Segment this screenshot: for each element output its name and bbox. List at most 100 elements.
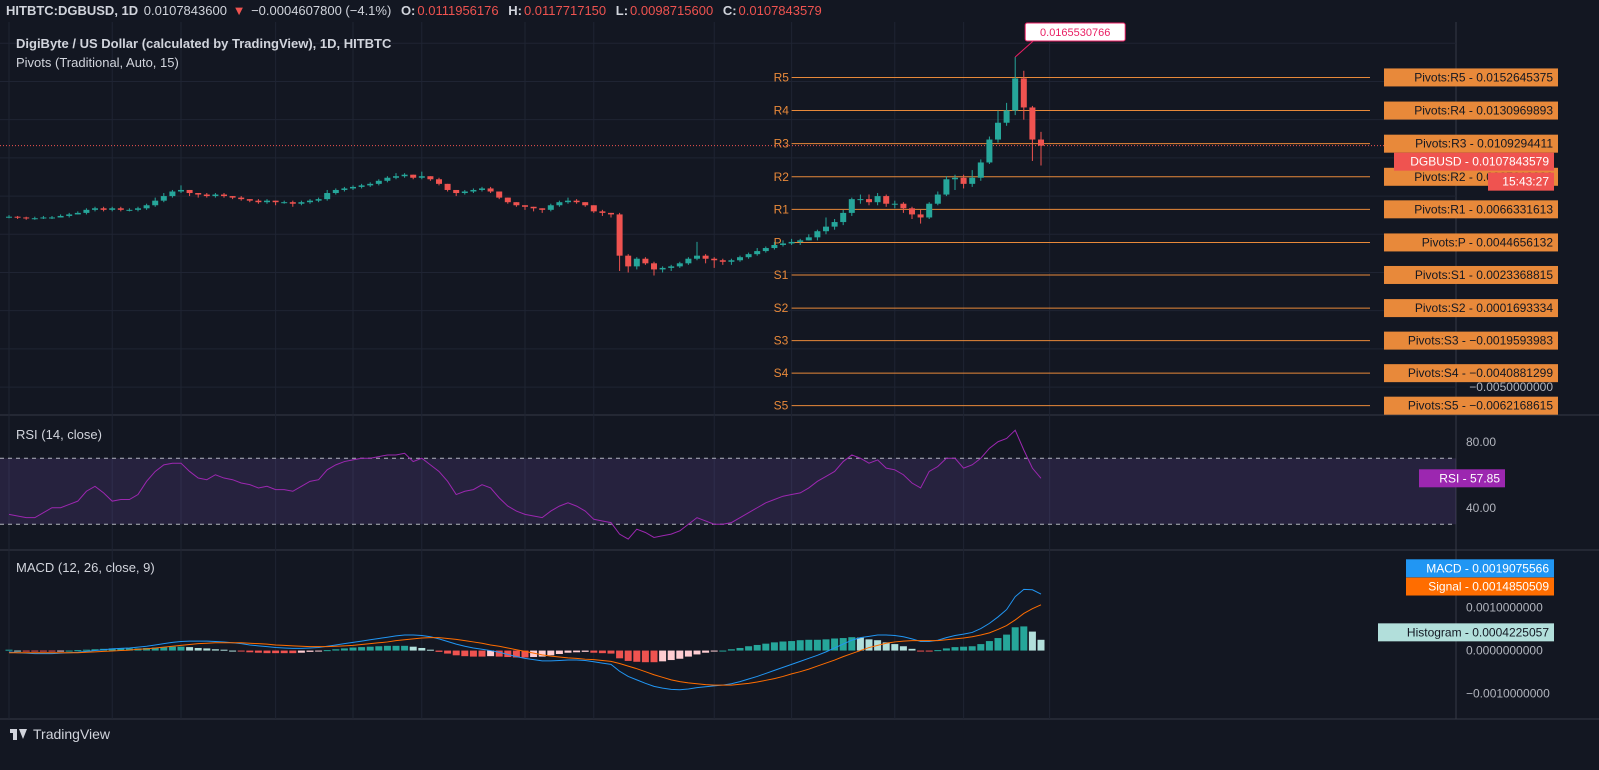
candle-body [66,214,73,216]
candle-body [143,205,150,209]
candle-body [375,180,382,184]
histogram-bar [762,643,770,651]
symbol-label[interactable]: HITBTC:DGBUSD, 1D [6,3,138,18]
pivot-label-r2: R2 [774,170,790,184]
open-label: O: [400,3,416,18]
candle-body [702,255,709,259]
histogram-bar [315,650,323,652]
pivot-tag-r4-text: Pivots:R4 - 0.0130969893 [1414,104,1553,118]
histogram-bar [211,649,219,651]
pivot-label-s2: S2 [774,301,789,315]
candle-body [315,199,322,201]
candle-body [943,179,950,195]
histogram-bar [237,650,245,652]
symbol-info-bar: HITBTC:DGBUSD, 1D 0.0107843600 ▼ −0.0004… [0,0,1599,22]
candle-body [367,183,374,186]
low-value: 0.0098715600 [630,3,714,18]
pivot-label-s5: S5 [774,399,789,413]
histogram-bar [641,650,649,663]
histogram-bar [349,647,357,651]
histogram-bar [624,650,632,661]
candle-body [1012,78,1019,111]
candle-body [1003,110,1010,123]
candle-body [805,237,812,241]
grid-lines [0,22,1599,720]
candle-body [891,203,898,205]
candle-body [1029,107,1036,140]
histogram-bar [813,639,821,651]
histogram-bar [263,650,271,654]
candle-body [685,258,692,264]
candle-body [608,212,614,215]
candle-body [530,206,537,209]
histogram-bar [435,650,443,652]
candle-body [341,188,348,190]
candle-body [444,183,451,190]
tradingview-logo[interactable]: TradingView [10,726,110,742]
candle-body [461,191,468,194]
candle-body [857,199,864,201]
price-tag-text: DGBUSD - 0.0107843579 [1410,155,1549,169]
histogram-bar [409,646,417,651]
candle-body [866,199,872,203]
histogram-bar [203,648,211,651]
histogram-bar [340,648,348,651]
low-label: L: [615,3,629,18]
pivot-tag-r4: Pivots:R4 - 0.0130969893 [1384,101,1558,120]
candle-body [573,200,580,203]
pivots-indicator-title[interactable]: Pivots (Traditional, Auto, 15) [16,55,179,70]
histogram-bar [745,646,753,651]
histogram-bar [254,650,262,653]
candle-body [178,189,184,192]
pivot-label-r3: R3 [774,137,790,151]
histogram-bar [177,646,185,651]
candle-body [539,208,546,210]
candle-body [135,208,141,210]
histogram-bar [401,645,409,651]
close-label: C: [722,3,737,18]
histogram-bar [375,646,383,651]
candle-body [74,212,81,215]
macd-tag: MACD - 0.0019075566 [1406,559,1554,578]
rsi-axis-tick: 80.00 [1466,435,1496,449]
macd-axis-tick: 0.0010000000 [1466,600,1543,614]
histogram-bar [899,646,907,651]
candle-body [582,202,589,206]
candle-body [831,222,838,227]
histogram-bar [14,650,22,652]
candle-body [659,267,666,270]
histogram-bar [418,647,426,651]
histogram-bar [297,650,305,653]
candle-body [384,177,391,181]
candle-body [848,199,855,213]
histogram-tag: Histogram - 0.0004225057 [1378,623,1554,642]
candle-body [909,208,915,215]
signal-tag: Signal - 0.0014850509 [1406,577,1554,596]
signal-tag-text: Signal - 0.0014850509 [1428,580,1549,594]
candle-body [952,177,958,180]
histogram-bar [985,641,993,651]
pivot-tag-s1: Pivots:S1 - 0.0023368815 [1384,265,1558,284]
macd-pane-title[interactable]: MACD (12, 26, close, 9) [16,560,155,575]
candle-body [427,176,434,180]
candle-body [840,212,847,223]
candle-body [6,216,12,218]
histogram-bar [194,647,202,651]
pivot-tag-r5-text: Pivots:R5 - 0.0152645375 [1414,70,1553,84]
histogram-bar [822,639,830,651]
histogram-bar [856,637,864,651]
histogram-bar [22,650,30,652]
countdown-tag: 15:43:27 [1488,172,1554,191]
candle-body [169,191,176,197]
histogram-bar [573,650,581,653]
pivot-label-s3: S3 [774,334,789,348]
rsi-pane-title[interactable]: RSI (14, close) [16,427,102,442]
histogram-bar [727,649,735,651]
candle-body [771,244,778,249]
histogram-bar [65,650,73,652]
candle-body [633,258,640,267]
candle-body [934,194,941,204]
chart-canvas[interactable]: R5R4R3R2R1PS1S2S3S4S5 0.0165530766 80.00… [0,22,1599,722]
histogram-bar [770,642,778,651]
candle-body [393,176,399,178]
